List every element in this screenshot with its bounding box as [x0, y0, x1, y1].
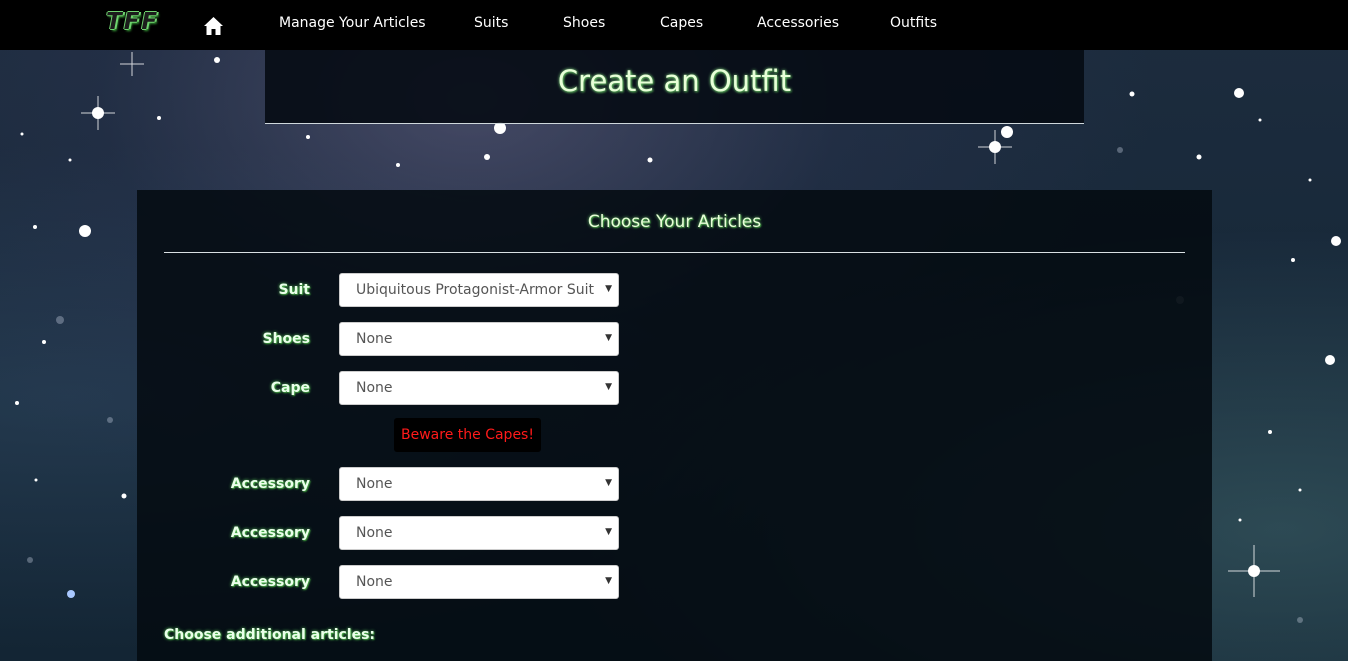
accessory-3-select[interactable]: None ▼	[339, 565, 619, 599]
nav-link-accessories[interactable]: Accessories	[757, 15, 839, 31]
accessory-2-label: Accessory	[230, 525, 310, 541]
chevron-down-icon: ▼	[605, 333, 612, 343]
section-title: Choose Your Articles	[587, 212, 762, 232]
nav-link-manage-articles[interactable]: Manage Your Articles	[279, 15, 426, 31]
cape-select[interactable]: None ▼	[339, 371, 619, 405]
chevron-down-icon: ▼	[605, 382, 612, 392]
accessory-1-label: Accessory	[230, 476, 310, 492]
shoes-select[interactable]: None ▼	[339, 322, 619, 356]
additional-articles-label: Choose additional articles:	[164, 627, 376, 643]
chevron-down-icon: ▼	[605, 576, 612, 586]
page-header-panel: Create an Outfit	[265, 50, 1084, 124]
nav-link-shoes[interactable]: Shoes	[563, 15, 605, 31]
cape-select-value: None	[356, 380, 393, 396]
chevron-down-icon: ▼	[605, 527, 612, 537]
brand-logo[interactable]: TFF	[106, 9, 159, 35]
suit-select-value: Ubiquitous Protagonist-Armor Suit	[356, 282, 594, 298]
accessory-1-select[interactable]: None ▼	[339, 467, 619, 501]
shoes-select-value: None	[356, 331, 393, 347]
home-icon[interactable]	[203, 16, 224, 36]
outfit-form-panel: Choose Your Articles Suit Ubiquitous Pro…	[137, 190, 1212, 661]
accessory-2-select-value: None	[356, 525, 393, 541]
beware-capes-button[interactable]: Beware the Capes!	[394, 418, 541, 452]
chevron-down-icon: ▼	[605, 478, 612, 488]
suit-label: Suit	[278, 282, 310, 298]
accessory-1-select-value: None	[356, 476, 393, 492]
shoes-label: Shoes	[262, 331, 311, 347]
section-divider	[164, 252, 1185, 253]
cape-label: Cape	[270, 380, 310, 396]
accessory-3-label: Accessory	[230, 574, 310, 590]
top-navbar: TFF Manage Your Articles Suits Shoes Cap…	[0, 0, 1348, 50]
suit-select[interactable]: Ubiquitous Protagonist-Armor Suit ▼	[339, 273, 619, 307]
nav-link-capes[interactable]: Capes	[660, 15, 703, 31]
accessory-2-select[interactable]: None ▼	[339, 516, 619, 550]
nav-link-outfits[interactable]: Outfits	[890, 15, 937, 31]
nav-link-suits[interactable]: Suits	[474, 15, 508, 31]
chevron-down-icon: ▼	[605, 284, 612, 294]
accessory-3-select-value: None	[356, 574, 393, 590]
page-title: Create an Outfit	[557, 64, 792, 98]
